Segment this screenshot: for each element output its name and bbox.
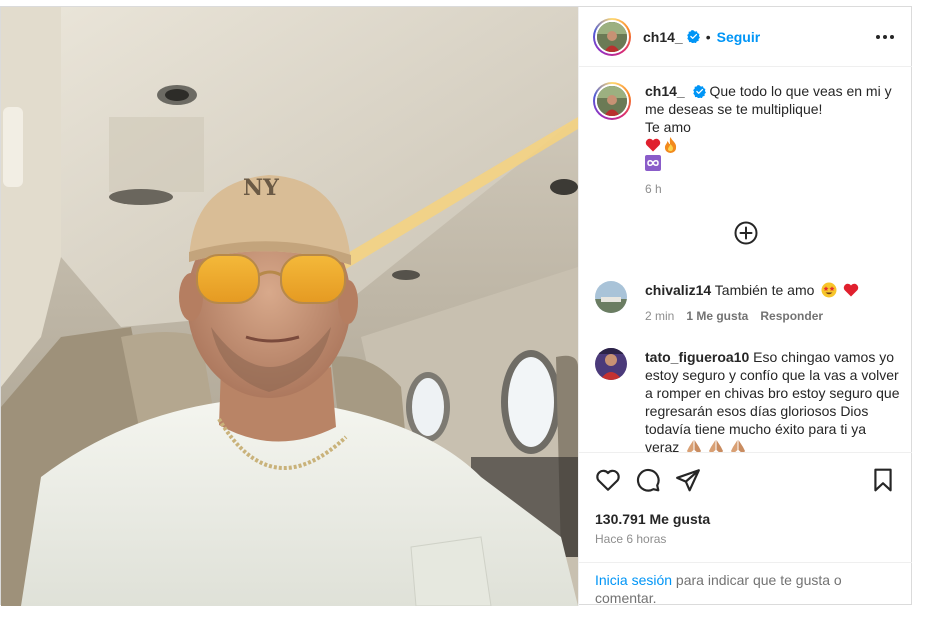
fire-icon: [664, 137, 677, 153]
caption-time[interactable]: 6 h: [645, 180, 903, 198]
red-heart-icon: [843, 283, 859, 297]
follow-button[interactable]: Seguir: [717, 29, 761, 45]
comment-meta: 2 min 1 Me gusta Responder: [645, 309, 903, 323]
caption-emoji-line-2: [645, 154, 903, 172]
instagram-post: NY ch14_ • Seguir ch14_ Que todo lo que …: [0, 6, 912, 606]
comment-avatar[interactable]: [595, 281, 627, 313]
header-separator: •: [705, 28, 711, 45]
post-photo[interactable]: NY: [1, 7, 578, 606]
more-horizontal-icon[interactable]: [876, 28, 894, 46]
red-heart-icon: [645, 138, 661, 152]
comment-icon[interactable]: [635, 467, 661, 493]
post-header: ch14_ • Seguir: [579, 7, 912, 67]
comments-section[interactable]: ch14_ Que todo lo que veas en mi y me de…: [579, 68, 912, 452]
likes-count[interactable]: 130.791 Me gusta: [595, 511, 710, 527]
caption-text-line2: Te amo: [645, 119, 691, 135]
avatar-image: [597, 21, 627, 52]
reply-button[interactable]: Responder: [760, 309, 823, 323]
action-icons-row: [595, 467, 896, 493]
comment-item: tato_figueroa10 Eso chingao vamos yo est…: [593, 348, 903, 452]
avatar-image: [595, 348, 627, 380]
author-username[interactable]: ch14_: [643, 29, 683, 45]
comment-avatar[interactable]: [595, 348, 627, 380]
avatar-image: [597, 86, 627, 116]
caption-emoji-line: [645, 136, 903, 154]
login-prompt: Inicia sesión para indicar que te gusta …: [579, 562, 912, 606]
plus-circle-icon[interactable]: [734, 221, 758, 245]
svg-text:NY: NY: [243, 175, 279, 201]
folded-hands-icon: [687, 440, 702, 452]
star-struck-icon: [821, 282, 837, 298]
heart-icon[interactable]: [595, 467, 621, 493]
comment-username[interactable]: tato_figueroa10: [645, 349, 749, 365]
folded-hands-icon: [709, 440, 724, 452]
post-side-panel: ch14_ • Seguir ch14_ Que todo lo que vea…: [578, 7, 912, 606]
post-timestamp[interactable]: Hace 6 horas: [595, 532, 666, 546]
comment-username[interactable]: chivaliz14: [645, 282, 711, 298]
author-avatar[interactable]: [593, 17, 631, 56]
post-caption: ch14_ Que todo lo que veas en mi y me de…: [593, 82, 903, 198]
comment-text: También te amo: [714, 282, 815, 298]
share-icon[interactable]: [675, 467, 701, 493]
comment-time[interactable]: 2 min: [645, 309, 674, 323]
infinity-icon: [645, 155, 661, 171]
folded-hands-icon: [730, 440, 745, 452]
verified-badge-icon: [686, 30, 700, 43]
caption-username[interactable]: ch14_: [645, 83, 685, 99]
comment-likes[interactable]: 1 Me gusta: [686, 309, 748, 323]
login-link[interactable]: Inicia sesión: [595, 572, 672, 588]
caption-avatar[interactable]: [593, 82, 631, 120]
bookmark-icon[interactable]: [870, 467, 896, 493]
avatar-image: [595, 281, 627, 313]
verified-badge-icon: [692, 85, 706, 98]
selfie-in-jet-image: NY: [1, 7, 578, 606]
post-actions: 130.791 Me gusta Hace 6 horas: [579, 452, 912, 562]
comment-item: chivaliz14 También te amo 2 min 1 Me gus…: [593, 281, 903, 323]
